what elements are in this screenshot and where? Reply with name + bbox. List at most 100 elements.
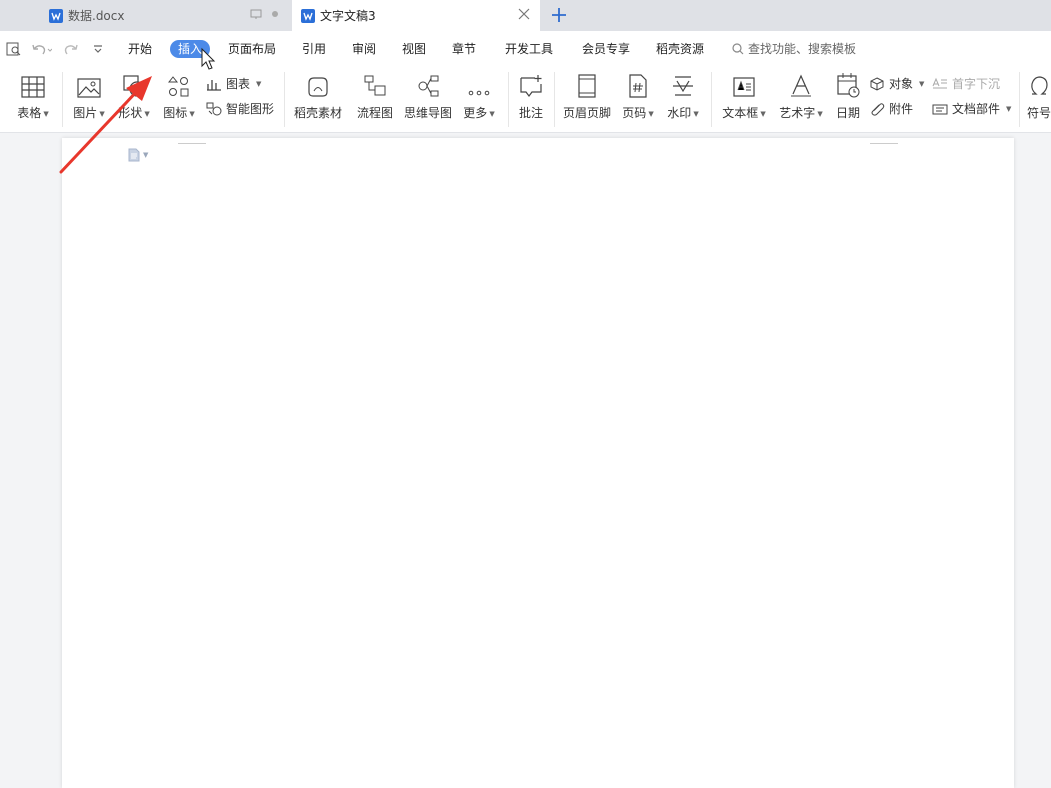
divider (554, 72, 555, 127)
comment-icon (520, 75, 542, 97)
docer-material-label: 稻壳素材 (293, 106, 342, 120)
monitor-icon (250, 9, 262, 19)
menu-references[interactable]: 引用 (302, 40, 326, 58)
customize-chevron-icon[interactable] (92, 43, 104, 55)
paperclip-icon (871, 102, 885, 116)
menu-page-layout[interactable]: 页面布局 (228, 40, 276, 58)
undo-icon[interactable] (30, 41, 52, 57)
unsaved-dot-icon (272, 11, 278, 17)
page-number-button[interactable]: 页码 ▼ (620, 72, 656, 121)
textbox-button[interactable]: 文本框 ▼ (720, 72, 768, 121)
symbol-label: 符号 (1026, 106, 1051, 120)
object-icon (870, 76, 884, 91)
header-footer-icon (578, 74, 596, 98)
mindmap-icon (418, 75, 439, 97)
shape-icon (123, 75, 145, 97)
menu-insert[interactable]: 插入 (170, 40, 211, 58)
date-button[interactable]: 日期 (834, 72, 862, 121)
picture-label: 图片 (73, 106, 98, 120)
tab-title: 数据.docx (68, 9, 125, 23)
search-placeholder: 查找功能、搜索模板 (748, 42, 857, 56)
object-button[interactable]: 对象 ▼ (869, 75, 924, 92)
watermark-icon (673, 76, 693, 96)
header-footer-label: 页眉页脚 (562, 106, 611, 120)
symbol-button[interactable]: 符号 (1024, 72, 1051, 121)
divider (508, 72, 509, 127)
chart-button[interactable]: 图表 ▼ (206, 75, 261, 92)
document-page[interactable] (62, 138, 1014, 788)
flowchart-label: 流程图 (356, 106, 393, 120)
chart-icon (207, 79, 221, 91)
divider (284, 72, 285, 127)
more-dots-icon (468, 90, 490, 96)
watermark-label: 水印 (667, 106, 692, 120)
wordart-button[interactable]: 艺术字 ▼ (777, 72, 825, 121)
doc-parts-icon (932, 104, 948, 114)
divider (711, 72, 712, 127)
divider (62, 72, 63, 127)
divider (1019, 72, 1020, 127)
smart-graphic-icon (206, 102, 222, 115)
page-number-icon (629, 74, 647, 98)
chevron-down-icon: ▼ (143, 151, 149, 159)
menu-chapter[interactable]: 章节 (452, 40, 476, 58)
attachment-button[interactable]: 附件 (869, 100, 913, 117)
margin-mark-right (870, 138, 898, 144)
doc-parts-label: 文档部件 (952, 102, 1001, 116)
attachment-label: 附件 (889, 102, 914, 116)
menu-docer-resources[interactable]: 稻壳资源 (656, 40, 704, 58)
chart-label: 图表 (226, 77, 251, 91)
textbox-icon (733, 77, 755, 97)
page-number-label: 页码 (622, 106, 647, 120)
print-preview-icon[interactable] (6, 41, 22, 57)
redo-icon[interactable] (64, 41, 80, 57)
menu-start[interactable]: 开始 (128, 40, 152, 58)
menu-review[interactable]: 审阅 (352, 40, 376, 58)
table-label: 表格 (17, 106, 42, 120)
tab-document-data[interactable]: 数据.docx (40, 0, 288, 31)
doc-parts-button[interactable]: 文档部件 ▼ (932, 100, 1011, 117)
search-icon (732, 42, 744, 54)
docer-material-icon (308, 77, 328, 97)
paste-options-button[interactable]: ▼ (128, 148, 148, 162)
more-button[interactable]: 更多 ▼ (460, 72, 498, 121)
date-label: 日期 (835, 106, 860, 120)
more-label: 更多 (463, 106, 488, 120)
textbox-label: 文本框 (722, 106, 759, 120)
word-doc-icon (301, 8, 315, 23)
smart-graphic-button[interactable]: 智能图形 (206, 100, 274, 117)
tab-document-3[interactable]: 文字文稿3 (292, 0, 540, 31)
drop-cap-icon (932, 77, 947, 88)
comment-button[interactable]: 批注 (516, 72, 546, 121)
smart-graphic-label: 智能图形 (226, 102, 275, 116)
icon-button[interactable]: 图标 ▼ (160, 72, 198, 121)
header-footer-button[interactable]: 页眉页脚 (561, 72, 613, 121)
shape-button[interactable]: 形状 ▼ (114, 72, 154, 121)
docer-material-button[interactable]: 稻壳素材 (292, 72, 344, 121)
menu-member[interactable]: 会员专享 (582, 40, 630, 58)
new-tab-plus-icon[interactable] (550, 6, 568, 24)
close-icon[interactable] (518, 8, 530, 20)
mindmap-button[interactable]: 思维导图 (402, 72, 454, 121)
icon-label: 图标 (163, 106, 188, 120)
picture-button[interactable]: 图片 ▼ (70, 72, 108, 121)
tab-title: 文字文稿3 (320, 9, 376, 23)
icons-library-icon (168, 76, 189, 97)
shape-label: 形状 (118, 106, 143, 120)
comment-label: 批注 (518, 106, 543, 120)
wordart-icon (791, 74, 811, 97)
drop-cap-button[interactable]: 首字下沉 (932, 75, 1000, 92)
drop-cap-label: 首字下沉 (952, 77, 1001, 91)
table-button[interactable]: 表格 ▼ (14, 72, 52, 121)
wordart-label: 艺术字 (779, 106, 816, 120)
margin-mark-left (178, 138, 206, 144)
watermark-button[interactable]: 水印 ▼ (664, 72, 702, 121)
flowchart-icon (364, 75, 386, 96)
word-doc-icon (49, 8, 63, 23)
menu-developer-tools[interactable]: 开发工具 (505, 40, 553, 58)
flowchart-button[interactable]: 流程图 (355, 72, 395, 121)
search-box[interactable]: 查找功能、搜索模板 (732, 40, 856, 57)
document-icon (128, 148, 140, 162)
menu-view[interactable]: 视图 (402, 40, 426, 58)
picture-icon (77, 78, 101, 98)
